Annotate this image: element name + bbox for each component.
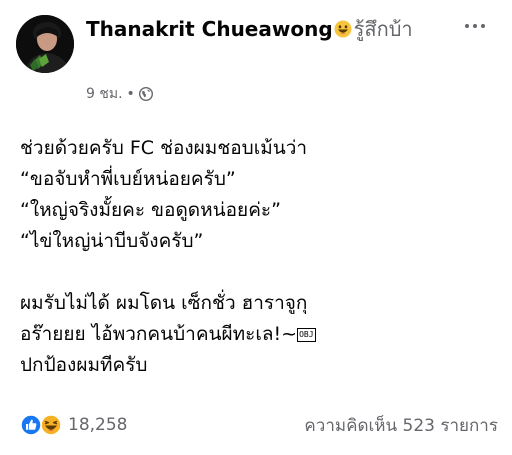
globe-icon[interactable] bbox=[138, 86, 153, 102]
post-text-line: “ไข่ใหญ่น่าบีบจังครับ” bbox=[20, 230, 204, 252]
more-dot-icon bbox=[465, 24, 469, 28]
post-text-line: “ใหญ่จริงมั้ยคะ ขอดูดหน่อยค่ะ” bbox=[20, 199, 281, 221]
comments-count-link[interactable]: ความคิดเห็น 523 รายการ bbox=[304, 412, 498, 439]
meta-separator: • bbox=[126, 86, 135, 102]
post-footer: 18,258 ความคิดเห็น 523 รายการ bbox=[18, 412, 498, 438]
more-dot-icon bbox=[473, 24, 477, 28]
author-avatar[interactable] bbox=[16, 15, 74, 73]
more-options-button[interactable] bbox=[458, 14, 492, 38]
reactions-summary[interactable]: 18,258 bbox=[18, 414, 127, 436]
post-text-line: ปกป้องผมทีครับ bbox=[20, 354, 148, 376]
feeling-text: รู้สึกบ้า bbox=[353, 17, 413, 41]
haha-reaction-icon bbox=[40, 414, 62, 436]
post-meta: 9 ชม. • bbox=[86, 84, 153, 104]
post-text-line: “ขอจับหำพี่เบย์หน่อยครับ” bbox=[20, 168, 236, 190]
post-text-line: ผมรับไม่ได้ ผมโดน เซ็กชั่ว ฮาราจูกุ bbox=[20, 292, 308, 314]
reaction-count: 18,258 bbox=[68, 415, 128, 435]
object-replacement-glyph: OBJ bbox=[297, 328, 316, 342]
post-text-segment: อร๊ายยย ไอ้พวกคนบ้าคนผีทะเล!~ bbox=[20, 323, 298, 345]
post-header: Thanakrit Chueawong รู้สึกบ้า bbox=[86, 14, 446, 44]
post-text-line: ช่วยด้วยครับ FC ช่องผมชอบเม้นว่า bbox=[20, 137, 308, 159]
post-body: ช่วยด้วยครับ FC ช่องผมชอบเม้นว่า “ขอจับห… bbox=[20, 133, 490, 381]
post-text-line-with-glyph: อร๊ายยย ไอ้พวกคนบ้าคนผีทะเล!~ OBJ bbox=[20, 319, 490, 350]
post-timestamp[interactable]: 9 ชม. bbox=[86, 84, 123, 104]
like-reaction-icon bbox=[20, 414, 42, 436]
more-dot-icon bbox=[481, 24, 485, 28]
author-name[interactable]: Thanakrit Chueawong bbox=[86, 17, 333, 41]
reaction-icons bbox=[18, 414, 62, 436]
grinning-face-emoji-icon bbox=[334, 16, 352, 38]
